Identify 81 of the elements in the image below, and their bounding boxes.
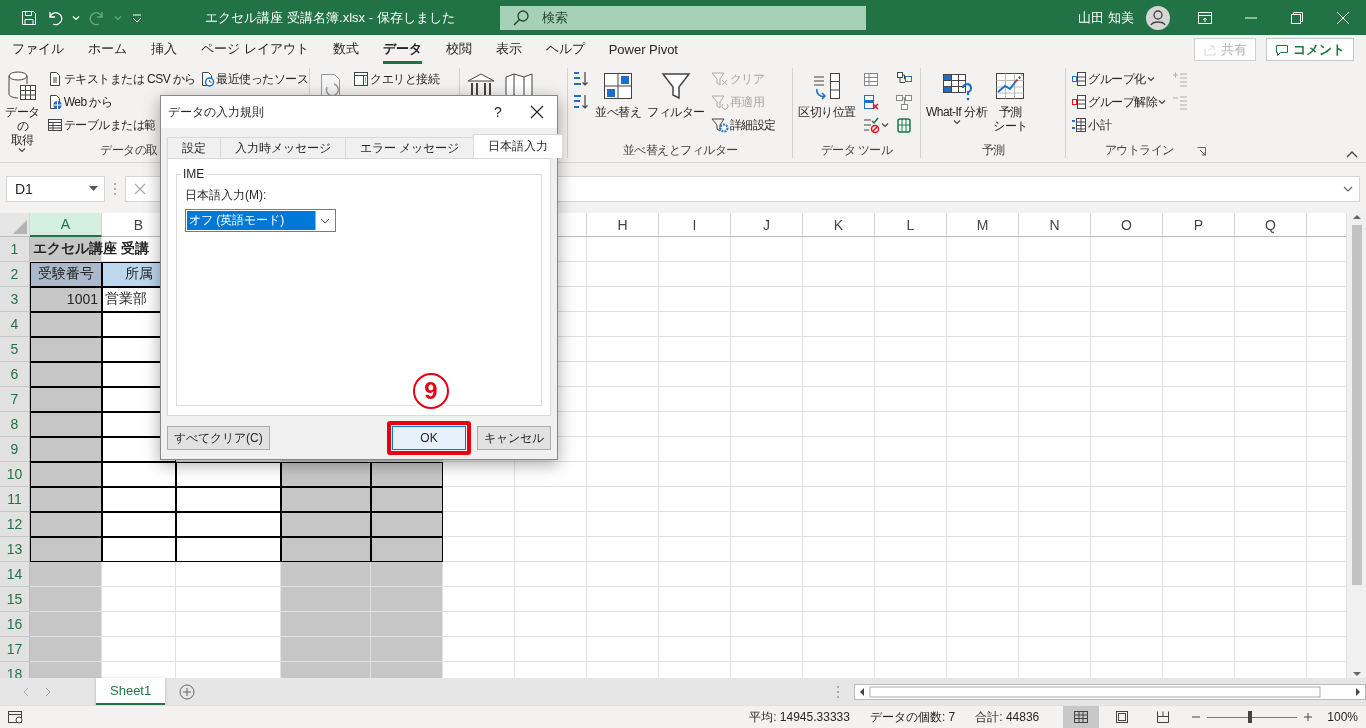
column-header[interactable]: P xyxy=(1163,213,1235,237)
zoom-level: 100% xyxy=(1327,710,1358,724)
row-header[interactable]: 16 xyxy=(0,612,30,637)
row-header[interactable]: 12 xyxy=(0,512,30,537)
sheet-tab[interactable]: Sheet1 xyxy=(96,678,166,705)
name-box[interactable]: D1 xyxy=(6,176,105,202)
ribbon-button[interactable]: データの 取得 xyxy=(0,68,45,158)
cell-text: エクセル講座 受講 xyxy=(33,240,149,258)
column-header[interactable]: L xyxy=(875,213,947,237)
dialog-button[interactable]: キャンセル xyxy=(477,426,551,450)
dialog-tab[interactable]: 設定 xyxy=(167,137,221,158)
ribbon-tab[interactable]: ヘルプ xyxy=(545,35,585,64)
cell-text: 所属 xyxy=(124,265,153,283)
group-label: 並べ替えとフィルター xyxy=(622,141,738,159)
column-header[interactable]: I xyxy=(659,213,731,237)
group-label: アウトライン xyxy=(1104,141,1174,159)
status-text: 合計: 44836 xyxy=(975,708,1040,726)
window-title: エクセル講座 受講名簿.xlsx - 保存しました xyxy=(204,8,456,27)
ribbon-tab[interactable]: ホーム xyxy=(88,35,127,64)
ribbon-tab[interactable]: ファイル xyxy=(12,35,64,64)
group-label: IME xyxy=(182,167,206,181)
status-text: データの個数: 7 xyxy=(869,708,956,726)
ribbon-tab[interactable]: 挿入 xyxy=(151,35,177,64)
group-label: データ ツール xyxy=(820,141,893,159)
row-header[interactable]: 5 xyxy=(0,337,30,362)
ribbon-tab[interactable]: 数式 xyxy=(332,35,359,64)
ribbon-button[interactable]: 区切り位置 xyxy=(797,68,857,121)
dialog-button[interactable]: すべてクリア(C) xyxy=(167,426,270,450)
ribbon-tab[interactable]: 校閲 xyxy=(445,35,472,64)
help-button[interactable]: ? xyxy=(478,103,518,121)
status-text: 平均: 14945.33333 xyxy=(749,708,850,726)
user-name: 山田 知美 xyxy=(1078,8,1134,27)
row-header[interactable]: 10 xyxy=(0,462,30,487)
ribbon-button[interactable]: What-If 分析 xyxy=(925,68,988,130)
ribbon-button[interactable]: フィルター xyxy=(646,68,706,121)
ribbon-tab[interactable]: Power Pivot xyxy=(608,36,678,63)
column-header[interactable]: N xyxy=(1019,213,1091,237)
row-header[interactable]: 3 xyxy=(0,287,30,312)
cell-text: 1001 xyxy=(66,291,98,307)
column-header[interactable]: J xyxy=(731,213,803,237)
ribbon-button[interactable]: 小計 xyxy=(1070,114,1167,136)
ribbon-button[interactable]: 並べ替え xyxy=(594,68,642,121)
step-marker: 9 xyxy=(413,373,449,409)
dialog-button[interactable]: OK xyxy=(392,426,466,450)
row-header[interactable]: 15 xyxy=(0,587,30,612)
row-header[interactable]: 1 xyxy=(0,237,30,262)
dropdown-field[interactable]: オフ (英語モード) xyxy=(185,209,336,232)
ribbon-button[interactable]: 予測 シート xyxy=(992,68,1029,135)
ribbon-tab[interactable]: 表示 xyxy=(495,35,522,64)
row-header[interactable]: 9 xyxy=(0,437,30,462)
column-header[interactable]: M xyxy=(947,213,1019,237)
column-header[interactable]: K xyxy=(803,213,875,237)
row-header[interactable]: 6 xyxy=(0,362,30,387)
cell-text: 受験番号 xyxy=(37,265,94,283)
ribbon-button[interactable]: グループ化 xyxy=(1070,68,1167,90)
row-header[interactable]: 7 xyxy=(0,387,30,412)
group-label: データの取 xyxy=(100,141,158,159)
row-header[interactable]: 4 xyxy=(0,312,30,337)
comment-button[interactable]: コメント xyxy=(1266,38,1354,61)
cell-text: 営業部 xyxy=(105,290,147,308)
row-header[interactable]: 8 xyxy=(0,412,30,437)
group-label: 予測 xyxy=(981,141,1005,159)
ribbon-button[interactable]: テキストまたは CSV から xyxy=(45,68,197,90)
column-header[interactable]: O xyxy=(1091,213,1163,237)
row-header[interactable]: 11 xyxy=(0,487,30,512)
ribbon-button[interactable]: 詳細設定 xyxy=(709,114,777,136)
row-header[interactable]: 2 xyxy=(0,262,30,287)
ribbon-tab[interactable]: ページ レイアウト xyxy=(201,35,309,64)
row-header[interactable]: 17 xyxy=(0,637,30,662)
row-header[interactable]: 14 xyxy=(0,562,30,587)
search-field[interactable]: 検索 xyxy=(500,5,866,30)
ribbon-button[interactable]: 最近使ったソース xyxy=(198,68,309,90)
row-header[interactable]: 13 xyxy=(0,537,30,562)
column-header[interactable]: A xyxy=(30,213,102,237)
ribbon-button[interactable]: クエリと接続 xyxy=(352,68,440,90)
dialog-tab[interactable]: 日本語入力 xyxy=(473,134,564,158)
ribbon-button[interactable]: グループ解除 xyxy=(1070,91,1167,113)
column-header[interactable]: Q xyxy=(1235,213,1307,237)
dialog-title: データの入力規則 xyxy=(168,103,265,121)
column-header[interactable]: H xyxy=(587,213,659,237)
field-label: 日本語入力(M): xyxy=(185,187,268,204)
